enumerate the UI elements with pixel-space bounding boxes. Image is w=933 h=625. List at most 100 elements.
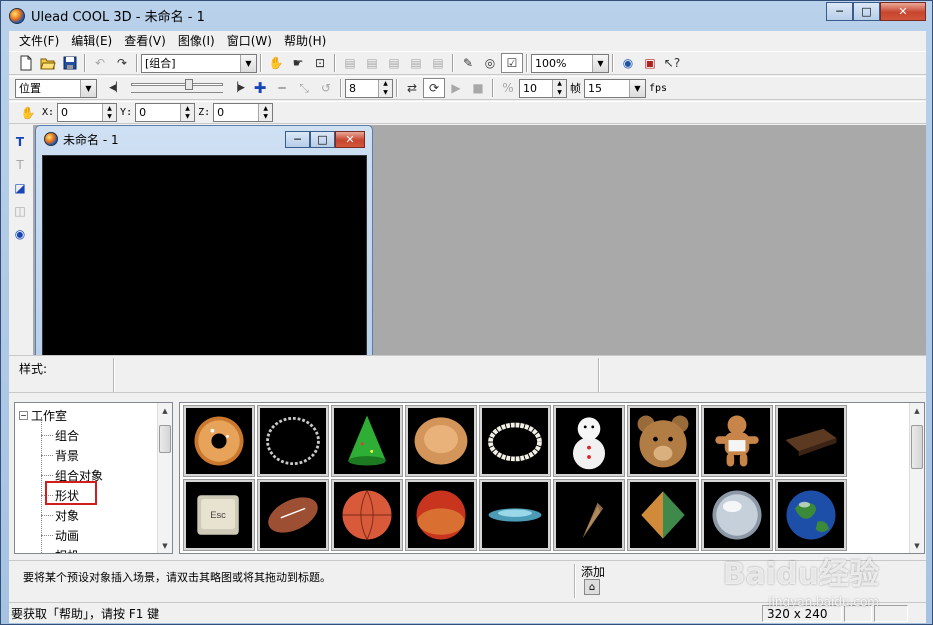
pingpong-button[interactable]: ⟳: [423, 78, 445, 98]
menu-view[interactable]: 查看(V): [118, 32, 172, 49]
spin-down-icon[interactable]: ▼: [557, 89, 562, 96]
tree-item-animation[interactable]: 动画: [15, 525, 158, 545]
thumbnail-bun[interactable]: [405, 405, 477, 477]
remove-keyframe-button[interactable]: ━: [271, 78, 293, 98]
menu-file[interactable]: 文件(F): [13, 32, 65, 49]
split-keyframe-button[interactable]: ⤡: [293, 78, 315, 98]
loop-button[interactable]: ⇄: [401, 78, 423, 98]
new-file-button[interactable]: [15, 53, 37, 73]
doc-maximize-button[interactable]: □: [310, 131, 335, 148]
stop-button[interactable]: ■: [467, 78, 489, 98]
scroll-thumb[interactable]: [159, 425, 171, 453]
smooth-button[interactable]: %: [497, 78, 519, 98]
attribute-combo[interactable]: 位置 ▼: [15, 78, 97, 98]
thumbnail-red-ball[interactable]: [405, 479, 477, 551]
tree-item-camera[interactable]: 相机: [15, 545, 158, 554]
spin-up-icon[interactable]: ▲: [557, 80, 562, 87]
fps-combo[interactable]: 15 ▼: [584, 78, 646, 98]
context-help-button[interactable]: ↖?: [661, 53, 683, 73]
thumbnail-esc-key[interactable]: Esc: [183, 479, 255, 551]
thumbnail-pine-cone[interactable]: [553, 479, 625, 551]
scroll-down-icon[interactable]: ▼: [158, 538, 172, 553]
thumbnail-snowman[interactable]: [553, 405, 625, 477]
spin-down-icon[interactable]: ▼: [383, 89, 388, 96]
spin-up-icon[interactable]: ▲: [185, 105, 190, 112]
app-logo-icon[interactable]: [9, 7, 25, 24]
first-frame-button[interactable]: ◀▏: [105, 78, 127, 98]
thumbnail-bear-head[interactable]: [627, 405, 699, 477]
move-object-button[interactable]: ✋: [265, 53, 287, 73]
tree-item-group[interactable]: 组合: [15, 425, 158, 445]
align-bottom-button[interactable]: ▤: [427, 53, 449, 73]
object-combo[interactable]: [组合] ▼: [141, 53, 257, 73]
thumbnail-basketball[interactable]: [331, 479, 403, 551]
document-title-bar[interactable]: 未命名 - 1 ─ □ ✕: [36, 126, 372, 152]
add-keyframe-button[interactable]: ✚: [249, 78, 271, 98]
tree-scrollbar[interactable]: ▲ ▼: [157, 403, 172, 553]
thumbnail-donut[interactable]: [183, 405, 255, 477]
tree-root-studio[interactable]: − 工作室: [15, 405, 158, 425]
collapse-icon[interactable]: −: [19, 410, 28, 420]
play-button[interactable]: ▶: [445, 78, 467, 98]
doc-minimize-button[interactable]: ─: [285, 131, 310, 148]
undo-button[interactable]: ↶: [89, 53, 111, 73]
open-file-button[interactable]: [37, 53, 59, 73]
scene-canvas[interactable]: [42, 155, 367, 356]
doc-close-button[interactable]: ✕: [335, 131, 365, 148]
thumbnail-cone-green[interactable]: [331, 405, 403, 477]
title-bar[interactable]: Ulead COOL 3D - 未命名 - 1 ─ □ ✕: [1, 1, 932, 30]
save-button[interactable]: [59, 53, 81, 73]
timeline-slider[interactable]: [129, 79, 225, 97]
spin-up-icon[interactable]: ▲: [383, 80, 388, 87]
thumbnail-scrollbar[interactable]: ▲ ▼: [909, 403, 924, 553]
size-object-button[interactable]: ⊡: [309, 53, 331, 73]
toggle-view-button[interactable]: ☑: [501, 53, 523, 73]
thumbnail-rugby-ball[interactable]: [257, 479, 329, 551]
add-button[interactable]: ⌂: [584, 579, 600, 595]
scroll-down-icon[interactable]: ▼: [910, 538, 924, 553]
menu-edit[interactable]: 编辑(E): [65, 32, 118, 49]
position-hand-button[interactable]: ✋: [17, 103, 39, 123]
spin-up-icon[interactable]: ▲: [263, 105, 268, 112]
scroll-up-icon[interactable]: ▲: [158, 403, 172, 418]
chevron-down-icon[interactable]: ▼: [80, 79, 96, 97]
insert-geometric-button[interactable]: ◉: [9, 224, 31, 244]
rotate-object-button[interactable]: ☛: [287, 53, 309, 73]
minimize-button[interactable]: ─: [826, 2, 853, 21]
spin-down-icon[interactable]: ▼: [185, 113, 190, 120]
insert-text-button[interactable]: T: [9, 132, 31, 152]
insert-graphic-button[interactable]: ◪: [9, 178, 31, 198]
menu-image[interactable]: 图像(I): [172, 32, 221, 49]
tree-item-background[interactable]: 背景: [15, 445, 158, 465]
globe-button[interactable]: ◎: [479, 53, 501, 73]
menu-help[interactable]: 帮助(H): [278, 32, 332, 49]
thumbnail-chrome-sphere[interactable]: [701, 479, 773, 551]
thumbnail-gingerbread-man[interactable]: [701, 405, 773, 477]
spin-down-icon[interactable]: ▼: [263, 113, 268, 120]
speed-spinner[interactable]: 10 ▲ ▼: [519, 78, 567, 98]
align-center-button[interactable]: ▤: [361, 53, 383, 73]
reverse-keyframe-button[interactable]: ↺: [315, 78, 337, 98]
close-button[interactable]: ✕: [880, 2, 926, 21]
y-spinner[interactable]: 0 ▲ ▼: [135, 103, 196, 122]
last-frame-button[interactable]: ▕▶: [227, 78, 249, 98]
edit-text-button[interactable]: T: [9, 155, 31, 175]
spin-up-icon[interactable]: ▲: [107, 105, 112, 112]
palette-button[interactable]: ▣: [639, 53, 661, 73]
thumbnail-earth-globe[interactable]: [775, 479, 847, 551]
align-left-button[interactable]: ▤: [339, 53, 361, 73]
edit-graphic-button[interactable]: ◫: [9, 201, 31, 221]
scroll-thumb[interactable]: [911, 425, 923, 469]
zoom-combo[interactable]: 100% ▼: [531, 53, 609, 73]
x-spinner[interactable]: 0 ▲ ▼: [57, 103, 118, 122]
redo-button[interactable]: ↷: [111, 53, 133, 73]
thumbnail-chocolate-bar[interactable]: [775, 405, 847, 477]
light-button[interactable]: ✎: [457, 53, 479, 73]
web-button[interactable]: ◉: [617, 53, 639, 73]
tree-item-object[interactable]: 对象: [15, 505, 158, 525]
chevron-down-icon[interactable]: ▼: [240, 54, 256, 72]
thumbnail-pyramid-face[interactable]: [627, 479, 699, 551]
maximize-button[interactable]: □: [853, 2, 880, 21]
frame-number-spinner[interactable]: 8 ▲ ▼: [345, 78, 393, 98]
thumbnail-pearl-necklace[interactable]: [479, 405, 551, 477]
